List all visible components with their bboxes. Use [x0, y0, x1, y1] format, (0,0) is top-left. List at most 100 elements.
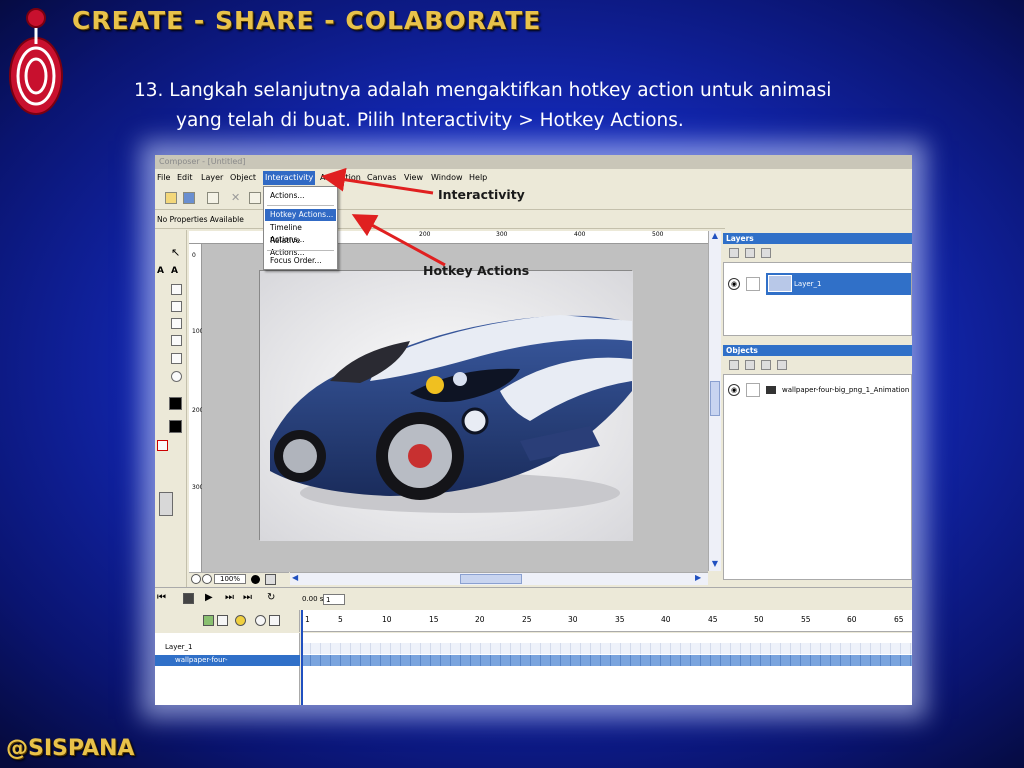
zoom-tool-icon[interactable] [171, 371, 182, 382]
logo-icon [9, 8, 63, 115]
timeline-tick: 20 [475, 615, 485, 624]
new-layer-icon[interactable] [729, 248, 739, 258]
menu-help[interactable]: Help [469, 173, 487, 182]
stop-icon[interactable] [183, 593, 194, 604]
object-row[interactable]: ◉ wallpaper-four-big_png_1_Animation [724, 383, 911, 397]
ease-icon[interactable] [269, 615, 280, 626]
timer-icon[interactable] [235, 615, 246, 626]
play-icon[interactable]: ▶ [205, 593, 216, 604]
timeline-tick: 35 [615, 615, 625, 624]
menu-edit[interactable]: Edit [177, 173, 193, 182]
scroll-left-icon[interactable]: ◀ [292, 573, 298, 582]
vertical-ruler: 0 100 200 300 [189, 244, 203, 572]
remove-keyframe-icon[interactable] [217, 615, 228, 626]
shape-tool-icon[interactable] [171, 318, 182, 329]
menu-animation[interactable]: Animation [320, 173, 361, 182]
car-image[interactable] [260, 271, 633, 541]
stroke-color-swatch[interactable] [169, 420, 182, 433]
cut-icon[interactable]: ✕ [231, 192, 243, 204]
save-icon[interactable] [183, 192, 195, 204]
lock-toggle[interactable] [746, 383, 760, 397]
zoom-level-field[interactable]: 100% [214, 574, 246, 584]
menu-object[interactable]: Object [230, 173, 256, 182]
device-preview-icon[interactable] [159, 492, 173, 516]
menu-canvas[interactable]: Canvas [367, 173, 396, 182]
timeline-toolbar [155, 610, 300, 632]
instruction-text: 13. Langkah selanjutnya adalah mengaktif… [134, 76, 934, 136]
timeline-tick: 10 [382, 615, 392, 624]
menu-interactivity[interactable]: Interactivity [263, 171, 316, 185]
object-copy-icon[interactable] [761, 360, 771, 370]
no-color-icon[interactable] [157, 440, 168, 451]
home-icon[interactable] [265, 574, 276, 585]
text-tool-icon[interactable]: A [157, 266, 168, 277]
menu-item-actions[interactable]: Actions... [265, 190, 336, 202]
new-doc-icon[interactable] [207, 192, 219, 204]
lock-toggle[interactable] [746, 277, 760, 291]
annotation-hotkey-actions: Hotkey Actions [423, 263, 530, 278]
rectangle-tool-icon[interactable] [171, 301, 182, 312]
menu-layer[interactable]: Layer [201, 173, 223, 182]
copy-icon[interactable] [249, 192, 261, 204]
open-folder-icon[interactable] [165, 192, 177, 204]
group-tool-icon[interactable] [171, 353, 182, 364]
menu-file[interactable]: File [157, 173, 170, 182]
timeline-tick: 60 [847, 615, 857, 624]
menu-item-hotkey-actions[interactable]: Hotkey Actions... [265, 209, 336, 221]
tools-palette: ↖ A A [155, 230, 187, 590]
object-delete-icon[interactable] [777, 360, 787, 370]
scroll-thumb[interactable] [460, 574, 522, 584]
loop-icon[interactable]: ↻ [267, 593, 278, 604]
vertical-scrollbar[interactable]: ▲ ▼ [708, 231, 721, 571]
timeline-tick: 25 [522, 615, 532, 624]
transform-tool-icon[interactable] [171, 335, 182, 346]
canvas-workspace[interactable] [202, 244, 708, 572]
menu-item-relative-actions[interactable]: Relative Actions... [265, 235, 336, 257]
pointer-tool-icon[interactable]: ↖ [171, 247, 182, 259]
timeline-tick: 55 [801, 615, 811, 624]
frame-field[interactable]: 1 [323, 594, 345, 605]
pen-tool-icon[interactable] [171, 284, 182, 295]
last-frame-icon[interactable]: ⏭ [243, 593, 254, 604]
menu-item-timeline-actions[interactable]: Timeline Actions... [265, 222, 336, 244]
add-keyframe-icon[interactable] [203, 615, 214, 626]
duplicate-layer-icon[interactable] [745, 248, 755, 258]
zoom-controls: 100% [189, 572, 289, 585]
fill-color-swatch[interactable] [169, 397, 182, 410]
layer-track[interactable] [301, 643, 912, 654]
zoom-in-icon[interactable] [191, 574, 201, 584]
rotate-icon[interactable] [255, 615, 266, 626]
text-style-icon[interactable]: A [171, 266, 182, 277]
layer-selected-item[interactable]: Layer_1 [766, 273, 911, 295]
timeline-object-name[interactable]: wallpaper-four-big_png_1_Animation [155, 655, 300, 675]
timeline-playhead[interactable] [301, 610, 303, 705]
first-frame-icon[interactable]: ⏮ [157, 593, 168, 604]
layer-row[interactable]: ◉ Layer_1 [724, 273, 911, 295]
visibility-eye-icon[interactable]: ◉ [728, 384, 740, 396]
timeline-layer-name[interactable]: Layer_1 [165, 643, 192, 651]
timeline-tick: 40 [661, 615, 671, 624]
horizontal-scrollbar[interactable]: ◀ ▶ [290, 572, 708, 585]
object-link-icon[interactable] [745, 360, 755, 370]
timeline-tick: 65 [894, 615, 904, 624]
animation-track[interactable] [301, 655, 912, 666]
zoom-out-icon[interactable] [202, 574, 212, 584]
object-new-icon[interactable] [729, 360, 739, 370]
ruler-label: 400 [574, 231, 586, 238]
scroll-up-icon[interactable]: ▲ [710, 231, 720, 241]
preview-icon[interactable] [251, 575, 260, 584]
visibility-eye-icon[interactable]: ◉ [728, 278, 740, 290]
menu-item-focus-order[interactable]: Focus Order... [265, 255, 336, 267]
timeline-ruler: 1 5 10 15 20 25 30 35 40 45 50 55 60 65 [301, 610, 912, 632]
scroll-thumb[interactable] [710, 381, 720, 416]
scroll-down-icon[interactable]: ▼ [710, 559, 720, 569]
player-controls: ⏮ ▶ ⏭ ⏭ ↻ 0.00 s 1 [155, 587, 912, 609]
menu-window[interactable]: Window [431, 173, 463, 182]
ruler-label: 500 [652, 231, 664, 238]
menu-view[interactable]: View [404, 173, 423, 182]
next-frame-icon[interactable]: ⏭ [225, 593, 236, 604]
delete-layer-icon[interactable] [761, 248, 771, 258]
timeline-frames[interactable] [301, 633, 912, 705]
scroll-right-icon[interactable]: ▶ [695, 573, 701, 582]
stage-canvas[interactable] [259, 270, 633, 541]
